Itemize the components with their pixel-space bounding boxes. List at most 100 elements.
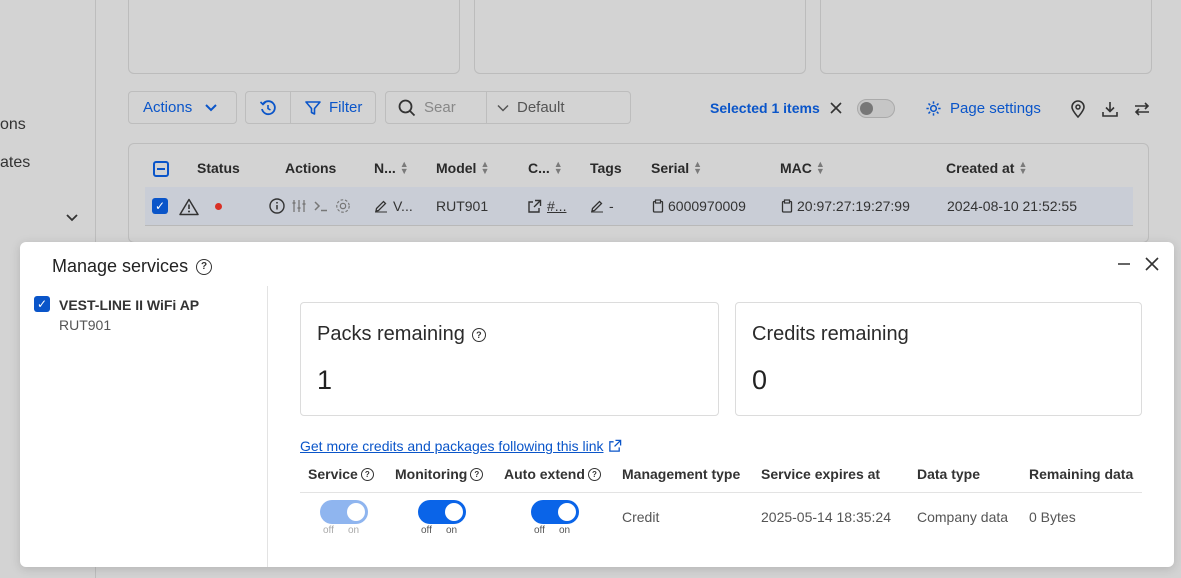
history-button[interactable]: [245, 91, 291, 124]
help-icon[interactable]: ?: [587, 467, 601, 481]
column-header-status[interactable]: Status: [197, 160, 240, 176]
sliders-icon[interactable]: [291, 198, 307, 214]
search-icon: [398, 99, 416, 116]
get-credits-link-text: Get more credits and packages following …: [300, 438, 604, 454]
header-label: Created at: [946, 160, 1015, 176]
help-icon[interactable]: ?: [470, 467, 484, 481]
warning-icon: [179, 198, 199, 216]
header-label: Actions: [285, 160, 337, 176]
page-settings-button[interactable]: Page settings: [925, 100, 1041, 117]
search-input[interactable]: Sear: [385, 91, 487, 124]
column-header-name[interactable]: N... ▲ ▼: [374, 160, 409, 177]
info-icon[interactable]: [269, 198, 285, 214]
row-created-at: 2024-08-10 21:52:55: [947, 198, 1077, 214]
sidebar-item-2[interactable]: ates: [0, 154, 30, 172]
chevron-down-icon: [205, 103, 217, 111]
toggle-on-label: on: [558, 525, 571, 536]
packs-remaining-card: Packs remaining ? 1: [300, 302, 719, 416]
name-value: V...: [393, 198, 413, 214]
device-model: RUT901: [59, 317, 112, 333]
download-icon[interactable]: [1101, 100, 1119, 121]
service-toggle[interactable]: [320, 500, 368, 524]
toggle-on-label: on: [347, 525, 360, 536]
external-link-icon[interactable]: [527, 199, 542, 214]
copy-icon[interactable]: [652, 199, 664, 213]
table-divider: [300, 492, 1142, 493]
row-checkbox[interactable]: ✓: [152, 198, 168, 214]
column-header-service: Service?: [308, 466, 374, 482]
help-icon[interactable]: ?: [360, 467, 374, 481]
summary-card-3: [820, 0, 1152, 74]
manage-services-modal: Manage services ? ✓ VEST-LINE II WiFi AP…: [20, 242, 1174, 567]
row-name[interactable]: V...: [374, 198, 413, 214]
tags-value: -: [609, 198, 614, 214]
map-pin-icon[interactable]: [1070, 100, 1086, 121]
auto-extend-toggle[interactable]: [531, 500, 579, 524]
column-header-model[interactable]: Model ▲ ▼: [436, 160, 489, 177]
chevron-down-icon[interactable]: [65, 210, 79, 226]
toggle-on-label: on: [445, 525, 458, 536]
chevron-down-icon: [497, 104, 509, 112]
column-header-created-at[interactable]: Created at ▲ ▼: [946, 159, 1028, 177]
monitoring-toggle-labels: off on: [421, 525, 457, 536]
header-label: C...: [528, 160, 550, 176]
terminal-icon[interactable]: [313, 198, 329, 214]
header-label: Model: [436, 160, 477, 176]
expires-value: 2025-05-14 18:35:24: [761, 509, 891, 525]
column-header-service-expires: Service expires at: [761, 466, 881, 482]
actions-dropdown[interactable]: Actions: [128, 91, 237, 124]
device-checkbox[interactable]: ✓: [34, 296, 50, 312]
header-label: Service: [308, 466, 358, 482]
row-mac: 20:97:27:19:27:99: [781, 198, 910, 214]
toggle-knob: [347, 503, 365, 521]
filter-button[interactable]: Filter: [290, 91, 376, 124]
toggle-off-label: off: [421, 525, 432, 536]
page-settings-label: Page settings: [950, 100, 1041, 117]
external-link-icon: [609, 439, 622, 452]
row-serial: 6000970009: [652, 198, 746, 214]
view-select[interactable]: Default: [486, 91, 631, 124]
help-icon[interactable]: ?: [196, 258, 213, 275]
sync-icon[interactable]: [1133, 100, 1151, 121]
management-type-value: Credit: [622, 509, 660, 525]
selection-toggle[interactable]: [857, 99, 895, 118]
company-link[interactable]: #...: [547, 198, 566, 214]
toggle-off-label: off: [323, 525, 334, 536]
clear-selection-icon[interactable]: [829, 101, 843, 118]
packs-value: 1: [317, 365, 333, 395]
credits-value: 0: [752, 365, 768, 395]
select-all-checkbox[interactable]: [153, 161, 169, 177]
credits-title: Credits remaining: [752, 323, 909, 345]
selected-count: Selected 1 items: [710, 100, 820, 116]
row-company[interactable]: #...: [527, 198, 566, 214]
monitoring-toggle[interactable]: [418, 500, 466, 524]
column-header-serial[interactable]: Serial ▲ ▼: [651, 159, 703, 177]
sort-icon: ▲ ▼: [693, 159, 703, 176]
edit-icon[interactable]: [590, 199, 604, 213]
column-header-company[interactable]: C... ▲ ▼: [528, 160, 563, 177]
row-tags[interactable]: -: [590, 198, 614, 214]
minimize-icon[interactable]: [1117, 256, 1131, 273]
header-label: Status: [197, 160, 240, 176]
get-credits-link[interactable]: Get more credits and packages following …: [300, 438, 622, 454]
packs-title: Packs remaining: [317, 323, 465, 345]
help-icon[interactable]: ?: [471, 327, 486, 342]
search-placeholder: Sear: [424, 99, 456, 116]
close-icon[interactable]: [1145, 257, 1159, 274]
header-label: MAC: [780, 160, 812, 176]
modal-header: Manage services ?: [52, 256, 213, 277]
summary-card-1: [128, 0, 460, 74]
edit-icon[interactable]: [374, 199, 388, 213]
gear-icon: [926, 101, 941, 116]
column-header-auto-extend: Auto extend?: [504, 466, 601, 482]
copy-icon[interactable]: [781, 199, 793, 213]
view-label: Default: [517, 99, 565, 116]
column-header-mac[interactable]: MAC ▲ ▼: [780, 160, 825, 177]
device-name[interactable]: VEST-LINE II WiFi AP: [59, 297, 199, 313]
sidebar-item-1[interactable]: ons: [0, 116, 26, 134]
gear-icon[interactable]: [335, 198, 351, 214]
sort-icon: ▲ ▼: [1018, 159, 1028, 176]
header-label: Serial: [651, 160, 690, 176]
toggle-knob: [860, 102, 873, 115]
service-toggle-labels: off on: [323, 525, 359, 536]
